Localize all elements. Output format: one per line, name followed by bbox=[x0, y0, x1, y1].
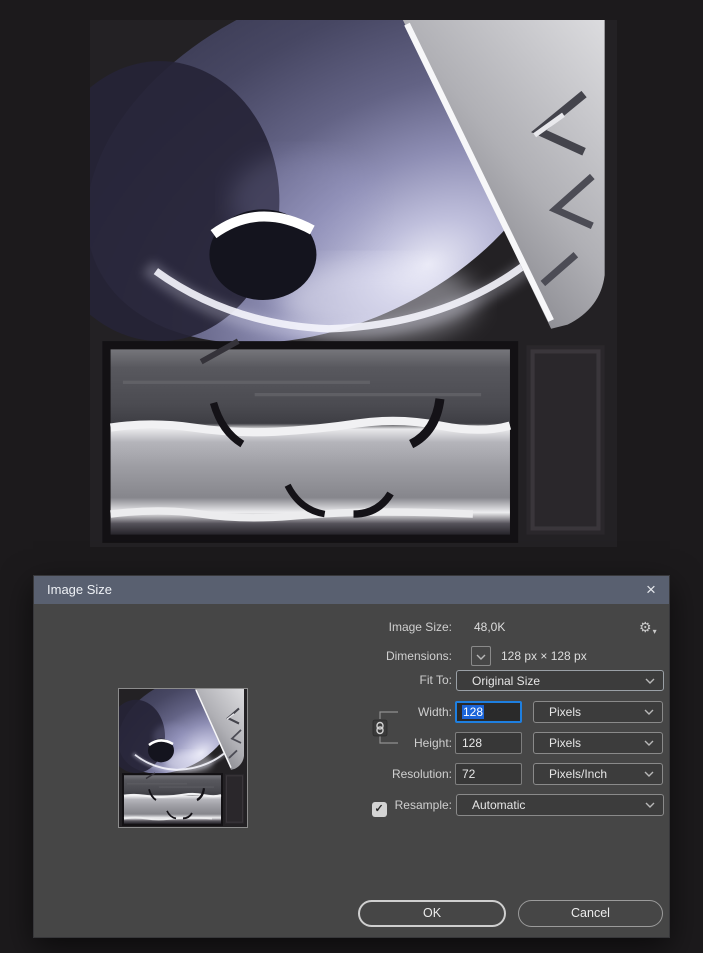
photoshop-workspace: Image Size × Image Size: 48,0K ⚙▾ Dimens… bbox=[0, 0, 703, 953]
resolution-unit-value: Pixels/Inch bbox=[549, 767, 608, 781]
dimensions-label: Dimensions: bbox=[385, 649, 452, 663]
texture-image bbox=[90, 20, 617, 547]
resample-label: Resample: bbox=[394, 798, 452, 812]
canvas-image bbox=[90, 20, 617, 547]
resample-checkbox[interactable]: ✓ bbox=[371, 802, 387, 817]
resolution-unit-select[interactable]: Pixels/Inch bbox=[533, 763, 663, 785]
image-size-value: 48,0K bbox=[474, 620, 506, 634]
chevron-down-icon bbox=[645, 802, 655, 808]
chevron-down-icon bbox=[644, 709, 654, 715]
dialog-title: Image Size bbox=[47, 582, 113, 597]
dimensions-unit-button[interactable] bbox=[471, 646, 491, 666]
image-size-dialog: Image Size × Image Size: 48,0K ⚙▾ Dimens… bbox=[33, 575, 670, 938]
dialog-titlebar[interactable]: Image Size × bbox=[34, 576, 669, 604]
dimensions-value: 128 px × 128 px bbox=[501, 649, 587, 663]
gear-icon: ⚙ bbox=[639, 619, 652, 635]
texture-image-thumbnail bbox=[119, 689, 247, 827]
resolution-input[interactable] bbox=[455, 763, 522, 785]
image-size-label: Image Size: bbox=[388, 620, 452, 634]
width-value-selected: 128 bbox=[462, 705, 485, 719]
image-preview-thumbnail[interactable] bbox=[118, 688, 248, 828]
chevron-down-icon bbox=[644, 771, 654, 777]
chevron-down-icon bbox=[476, 647, 486, 665]
width-input[interactable]: 128 bbox=[455, 701, 522, 723]
chevron-down-icon bbox=[645, 678, 655, 684]
fit-to-select[interactable]: Original Size bbox=[456, 670, 664, 691]
resample-select[interactable]: Automatic bbox=[456, 794, 664, 816]
settings-button[interactable]: ⚙▾ bbox=[639, 616, 665, 638]
height-input[interactable] bbox=[455, 732, 522, 754]
caret-down-icon: ▾ bbox=[652, 627, 657, 636]
height-unit-value: Pixels bbox=[549, 736, 582, 750]
width-unit-value: Pixels bbox=[549, 705, 582, 719]
height-unit-select[interactable]: Pixels bbox=[533, 732, 663, 754]
fit-to-value: Original Size bbox=[472, 673, 541, 688]
resample-value: Automatic bbox=[472, 798, 526, 812]
cancel-button[interactable]: Cancel bbox=[518, 900, 663, 927]
close-icon[interactable]: × bbox=[635, 576, 667, 604]
ok-button[interactable]: OK bbox=[358, 900, 506, 927]
width-unit-select[interactable]: Pixels bbox=[533, 701, 663, 723]
chevron-down-icon bbox=[644, 740, 654, 746]
